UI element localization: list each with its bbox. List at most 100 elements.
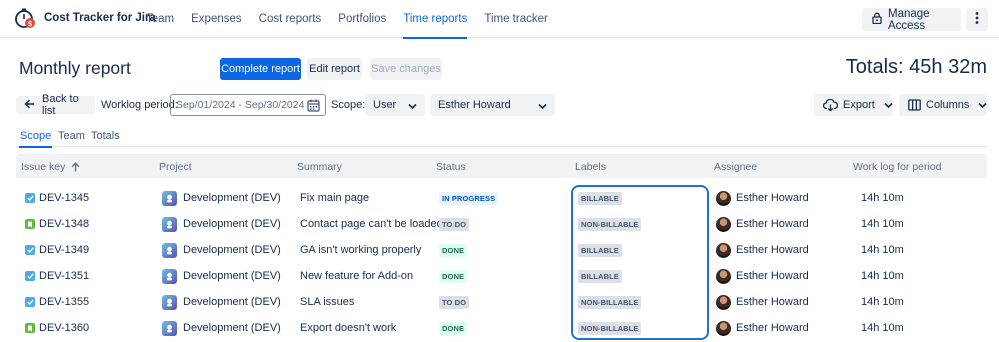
issue-key[interactable]: DEV-1348 (39, 218, 89, 230)
nav-item-portfolios[interactable]: Portfolios (338, 0, 386, 38)
issue-key[interactable]: DEV-1349 (39, 244, 89, 256)
project-cell[interactable]: Development (DEV) (162, 237, 281, 263)
summary-cell[interactable]: Fix main page (300, 185, 369, 211)
summary-cell[interactable]: GA isn't working properly (300, 237, 421, 263)
labels-cell: BILLABLE (578, 237, 622, 263)
summary-cell[interactable]: SLA issues (300, 289, 354, 315)
chevron-down-icon (884, 102, 893, 109)
tab-totals[interactable]: Totals (91, 130, 120, 142)
complete-report-button[interactable]: Complete report (220, 58, 301, 80)
project-cell[interactable]: Development (DEV) (162, 211, 281, 237)
issue-key-cell[interactable]: DEV-1348 (25, 211, 89, 237)
chevron-down-icon (538, 101, 547, 113)
project-cell[interactable]: Development (DEV) (162, 263, 281, 289)
column-header-work-log[interactable]: Work log for period (853, 161, 942, 173)
issue-key-cell[interactable]: DEV-1360 (25, 315, 89, 341)
cloud-download-icon (823, 99, 838, 111)
status-cell: DONE (439, 237, 468, 263)
arrow-up-icon[interactable] (71, 162, 80, 172)
export-button[interactable]: Export (814, 94, 893, 116)
summary-text[interactable]: Export doesn't work (300, 322, 396, 334)
issue-key[interactable]: DEV-1360 (39, 322, 89, 334)
column-header-project[interactable]: Project (159, 161, 192, 173)
status-badge: TO DO (439, 295, 470, 309)
back-to-list-label: Back to list (42, 93, 79, 117)
columns-button[interactable]: Columns (899, 94, 987, 116)
tab-team[interactable]: Team (58, 130, 85, 142)
assignee-cell: Esther Howard (716, 289, 809, 315)
column-header-summary[interactable]: Summary (297, 161, 342, 173)
top-navigation: $ Cost Tracker for Jira Team Expenses Cost… (0, 0, 999, 39)
svg-text:$: $ (28, 20, 33, 28)
project-name: Development (DEV) (183, 218, 281, 230)
issue-key-cell[interactable]: DEV-1349 (25, 237, 89, 263)
status-cell: IN PROGRESS (439, 185, 499, 211)
worklog-value: 14h 10m (861, 322, 904, 334)
column-header-issue-key[interactable]: Issue key (21, 161, 80, 173)
table-row[interactable]: DEV-1351 Development (DEV) New feature f… (16, 263, 987, 289)
nav-item-cost-reports[interactable]: Cost reports (259, 0, 322, 38)
issue-key-cell[interactable]: DEV-1355 (25, 289, 89, 315)
scope-label: Scope: (331, 99, 366, 111)
assignee-name: Esther Howard (736, 244, 809, 256)
summary-cell[interactable]: New feature for Add-on (300, 263, 413, 289)
tab-scope[interactable]: Scope (18, 130, 53, 148)
issue-key[interactable]: DEV-1345 (39, 192, 89, 204)
worklog-period-input[interactable]: Sep/01/2024 - Sep/30/2024 (170, 94, 326, 116)
issue-key-cell[interactable]: DEV-1351 (25, 263, 89, 289)
stopwatch-logo-icon: $ (14, 7, 36, 29)
scope-select[interactable]: User (365, 94, 425, 116)
brand[interactable]: $ Cost Tracker for Jira (14, 7, 156, 29)
table-row[interactable]: DEV-1349 Development (DEV) GA isn't work… (16, 237, 987, 263)
totals: Totals: 45h 32m (845, 56, 987, 78)
summary-text[interactable]: GA isn't working properly (300, 244, 421, 256)
issue-key-cell[interactable]: DEV-1345 (25, 185, 89, 211)
summary-cell[interactable]: Export doesn't work (300, 315, 396, 341)
table-row[interactable]: DEV-1355 Development (DEV) SLA issues TO… (16, 289, 987, 315)
summary-text[interactable]: Fix main page (300, 192, 369, 204)
task-type-icon (25, 271, 35, 281)
assignee-name: Esther Howard (736, 192, 809, 204)
issue-key[interactable]: DEV-1351 (39, 270, 89, 282)
more-options-button[interactable] (966, 8, 988, 31)
project-cell[interactable]: Development (DEV) (162, 289, 281, 315)
manage-access-label: Manage Access (888, 7, 930, 32)
nav-item-time-reports[interactable]: Time reports (403, 0, 468, 39)
calendar-icon[interactable] (307, 99, 320, 115)
project-name: Development (DEV) (183, 270, 281, 282)
labels-cell: NON-BILLABLE (578, 289, 642, 315)
nav-item-team[interactable]: Team (146, 0, 174, 38)
avatar (716, 320, 731, 336)
column-header-assignee[interactable]: Assignee (714, 161, 757, 173)
table-row[interactable]: DEV-1360 Development (DEV) Export doesn'… (16, 315, 987, 341)
table-row[interactable]: DEV-1345 Development (DEV) Fix main page… (16, 185, 987, 211)
main-nav: Team Expenses Cost reports Portfolios Time r… (146, 0, 565, 39)
manage-access-button[interactable]: Manage Access (862, 7, 961, 32)
nav-item-expenses[interactable]: Expenses (191, 0, 242, 38)
label-badge: NON-BILLABLE (578, 217, 642, 231)
worklog-value: 14h 10m (861, 270, 904, 282)
project-name: Development (DEV) (183, 296, 281, 308)
summary-cell[interactable]: Contact page can't be loaded (300, 211, 443, 237)
assignee-cell: Esther Howard (716, 211, 809, 237)
summary-text[interactable]: SLA issues (300, 296, 354, 308)
back-to-list-button[interactable]: Back to list (16, 93, 95, 117)
issue-key[interactable]: DEV-1355 (39, 296, 89, 308)
project-cell[interactable]: Development (DEV) (162, 315, 281, 341)
assignee-cell: Esther Howard (716, 185, 809, 211)
edit-report-button[interactable]: Edit report (307, 58, 362, 80)
column-header-labels[interactable]: Labels (575, 161, 606, 173)
task-type-icon (25, 297, 35, 307)
column-header-status[interactable]: Status (436, 161, 466, 173)
summary-text[interactable]: Contact page can't be loaded (300, 218, 443, 230)
project-cell[interactable]: Development (DEV) (162, 185, 281, 211)
table-row[interactable]: DEV-1348 Development (DEV) Contact page … (16, 211, 987, 237)
save-changes-button[interactable]: Save changes (370, 58, 442, 80)
status-cell: DONE (439, 263, 468, 289)
summary-text[interactable]: New feature for Add-on (300, 270, 413, 282)
label-badge: BILLABLE (578, 191, 622, 205)
avatar (716, 242, 731, 258)
project-avatar-icon (162, 320, 177, 336)
user-select[interactable]: Esther Howard (430, 94, 555, 116)
nav-item-time-tracker[interactable]: Time tracker (484, 0, 547, 38)
